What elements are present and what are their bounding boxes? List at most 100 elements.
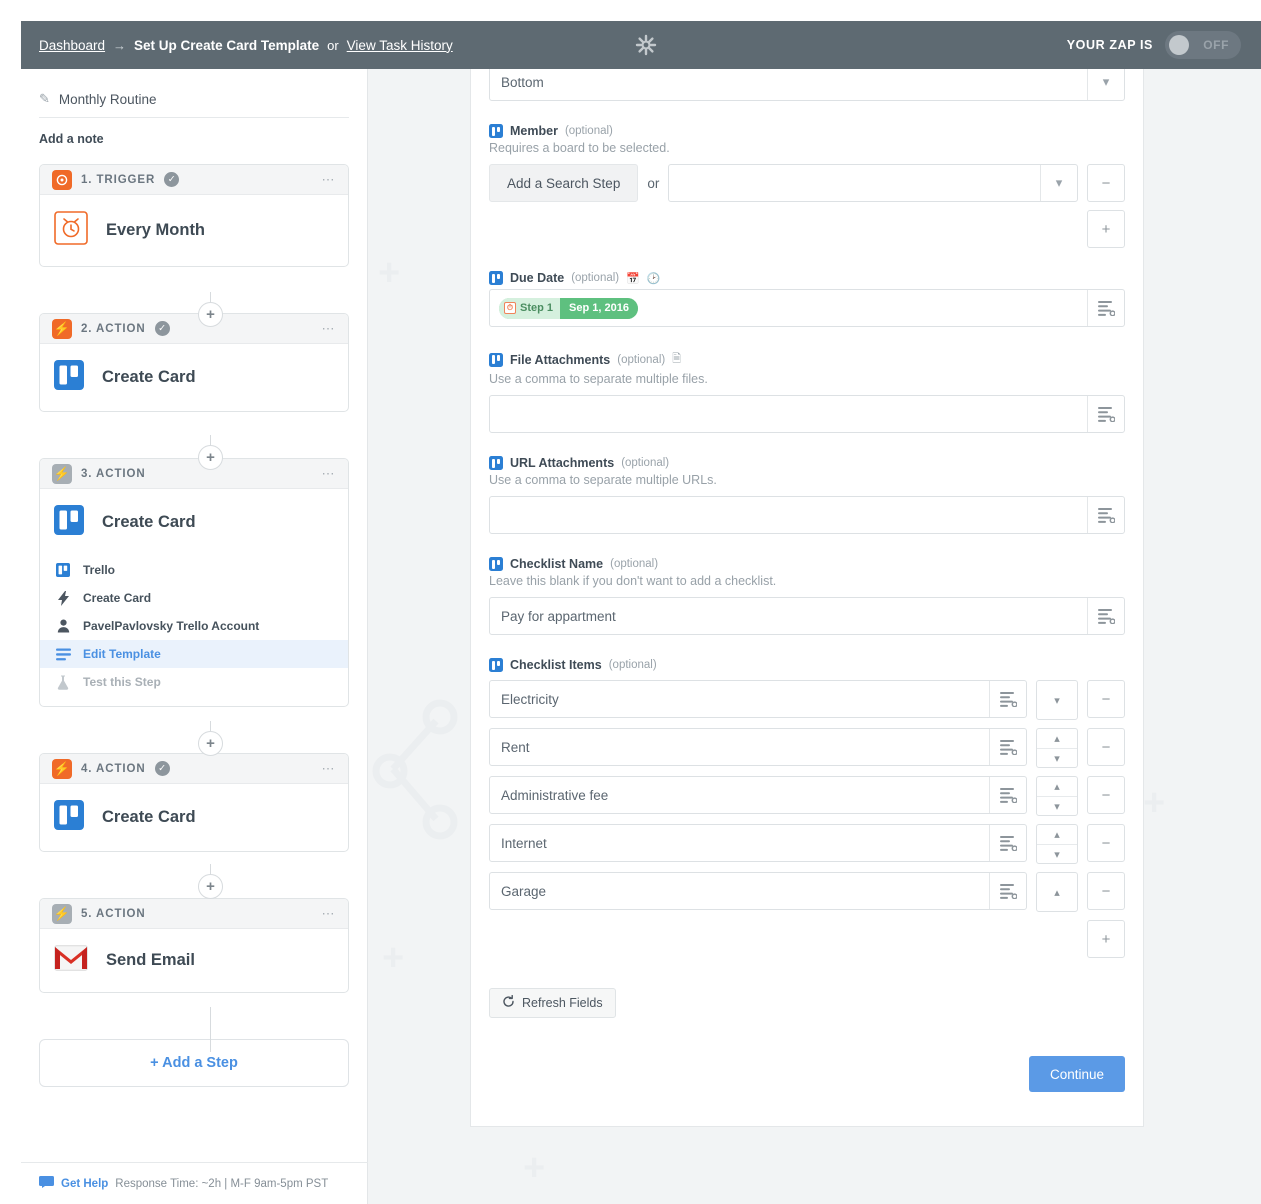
bolt-icon: ⚡ — [52, 318, 72, 339]
remove-item-button[interactable]: − — [1087, 824, 1125, 862]
step-card-2[interactable]: ⚡ 2. ACTION ✓ ⋯ Create Card — [39, 313, 349, 412]
file-attachments-label: File Attachments — [510, 352, 611, 367]
chevron-down-icon[interactable]: ▾ — [1040, 165, 1077, 201]
move-item-controls[interactable]: ▴ ▾ — [1036, 824, 1078, 864]
move-down-icon[interactable]: ▾ — [1037, 681, 1077, 719]
substep-account[interactable]: PavelPavlovsky Trello Account — [40, 612, 348, 640]
step-menu-button[interactable]: ⋯ — [322, 761, 337, 777]
member-help-text: Requires a board to be selected. — [489, 141, 670, 155]
optional-label: (optional) — [608, 659, 657, 671]
due-date-input[interactable]: ⏱ Step 1 Sep 1, 2016 — [489, 289, 1125, 327]
insert-field-icon[interactable] — [989, 681, 1026, 717]
insert-field-icon[interactable] — [1087, 396, 1124, 432]
remove-item-button[interactable]: − — [1087, 728, 1125, 766]
decorative-plus-icon: + — [1143, 782, 1166, 824]
bolt-icon: ⚡ — [52, 758, 72, 779]
checklist-item-input[interactable]: Administrative fee — [489, 776, 1027, 814]
move-item-controls[interactable]: ▾ — [1036, 680, 1078, 720]
due-date-input-row: ⏱ Step 1 Sep 1, 2016 — [489, 289, 1125, 327]
insert-step-button[interactable]: + — [198, 302, 223, 327]
substep-label: Edit Template — [83, 647, 161, 661]
move-item-controls[interactable]: ▴ ▾ — [1036, 776, 1078, 816]
add-a-step-button[interactable]: + Add a Step — [39, 1039, 349, 1087]
insert-step-button[interactable]: + — [198, 874, 223, 899]
substep-trello[interactable]: Trello — [40, 556, 348, 584]
substep-create-card[interactable]: Create Card — [40, 584, 348, 612]
insert-field-icon[interactable] — [989, 777, 1026, 813]
toggle-knob — [1169, 35, 1189, 55]
insert-step-button[interactable]: + — [198, 445, 223, 470]
step-menu-button[interactable]: ⋯ — [322, 466, 337, 482]
zap-on-off-toggle[interactable]: OFF — [1165, 31, 1241, 59]
position-select[interactable]: Bottom ▾ — [489, 69, 1125, 101]
trello-icon — [489, 456, 503, 470]
checklist-item-input[interactable]: Electricity — [489, 680, 1027, 718]
step-app-name: Create Card — [102, 368, 196, 386]
step-card-body: Send Email — [40, 929, 348, 992]
insert-field-icon[interactable] — [989, 825, 1026, 861]
move-item-controls[interactable]: ▴ — [1036, 872, 1078, 912]
checklist-item-value: Garage — [501, 883, 547, 899]
member-label-row: Member (optional) — [489, 124, 1125, 138]
chevron-down-icon[interactable]: ▾ — [1087, 69, 1124, 100]
move-up-icon[interactable]: ▴ — [1037, 729, 1077, 748]
file-attachments-input[interactable] — [489, 395, 1125, 433]
field-member: Member (optional) Requires a board to be… — [489, 124, 1125, 248]
remove-item-button[interactable]: − — [1087, 776, 1125, 814]
insert-step-button[interactable]: + — [198, 731, 223, 756]
move-up-icon[interactable]: ▴ — [1037, 825, 1077, 844]
member-input-row: Add a Search Step or ▾ − — [489, 164, 1125, 202]
remove-item-button[interactable]: − — [1087, 872, 1125, 910]
remove-member-button[interactable]: − — [1087, 164, 1125, 202]
get-help-link[interactable]: Get Help — [61, 1178, 108, 1190]
field-url-attachments: URL Attachments (optional) Use a comma t… — [489, 456, 1125, 534]
move-down-icon[interactable]: ▾ — [1037, 796, 1077, 815]
step-card-5[interactable]: ⚡ 5. ACTION ⋯ Send Email — [39, 898, 349, 993]
breadcrumb-task-history-link[interactable]: View Task History — [347, 38, 453, 53]
checklist-item-input[interactable]: Garage — [489, 872, 1027, 910]
step-card-header: ⚡ 2. ACTION ✓ ⋯ — [40, 314, 348, 344]
step-card-1[interactable]: 1. TRIGGER ✓ ⋯ Every Month — [39, 164, 349, 267]
checklist-item-input[interactable]: Internet — [489, 824, 1027, 862]
routine-name-label: Monthly Routine — [58, 91, 157, 107]
insert-field-icon[interactable] — [989, 729, 1026, 765]
url-attachments-label-row: URL Attachments (optional) — [489, 456, 1125, 470]
step-card-4[interactable]: ⚡ 4. ACTION ✓ ⋯ Create Card — [39, 753, 349, 852]
routine-name-row[interactable]: ✎ Monthly Routine — [39, 91, 349, 118]
step-card-header: ⚡ 5. ACTION ⋯ — [40, 899, 348, 929]
checklist-item-input[interactable]: Rent — [489, 728, 1027, 766]
add-member-button[interactable]: + — [1087, 210, 1125, 248]
move-up-icon[interactable]: ▴ — [1037, 777, 1077, 796]
step-menu-button[interactable]: ⋯ — [322, 172, 337, 188]
move-down-icon[interactable]: ▾ — [1037, 844, 1077, 863]
move-item-controls[interactable]: ▴ ▾ — [1036, 728, 1078, 768]
token-value-label: Sep 1, 2016 — [560, 297, 638, 319]
add-a-search-step-button[interactable]: Add a Search Step — [489, 164, 639, 202]
substep-edit-template[interactable]: Edit Template — [40, 640, 348, 668]
breadcrumb-dashboard-link[interactable]: Dashboard — [39, 38, 105, 53]
member-select[interactable]: ▾ — [668, 164, 1078, 202]
step-card-3[interactable]: ⚡ 3. ACTION ⋯ Create Card Trello Create … — [39, 458, 349, 707]
step-card-body: Create Card — [40, 489, 348, 556]
add-checklist-item-button[interactable]: + — [1087, 920, 1125, 958]
due-date-label: Due Date — [510, 271, 565, 285]
insert-field-icon[interactable] — [1087, 497, 1124, 533]
insert-field-icon[interactable] — [1087, 598, 1124, 634]
add-note-button[interactable]: Add a note — [39, 132, 349, 146]
step-menu-button[interactable]: ⋯ — [322, 906, 337, 922]
refresh-fields-button[interactable]: Refresh Fields — [489, 988, 616, 1018]
continue-button[interactable]: Continue — [1028, 1056, 1125, 1092]
insert-field-icon[interactable] — [989, 873, 1026, 909]
move-up-icon[interactable]: ▴ — [1037, 873, 1077, 911]
insert-field-icon[interactable] — [1087, 290, 1124, 326]
remove-item-button[interactable]: − — [1087, 680, 1125, 718]
due-date-token[interactable]: ⏱ Step 1 Sep 1, 2016 — [499, 297, 638, 319]
response-time-label: Response Time: ~2h | M-F 9am-5pm PST — [115, 1177, 329, 1190]
trello-icon — [489, 658, 503, 672]
breadcrumb-current-title: Set Up Create Card Template — [134, 37, 320, 53]
checklist-name-input[interactable]: Pay for appartment — [489, 597, 1125, 635]
move-down-icon[interactable]: ▾ — [1037, 748, 1077, 767]
url-attachments-input[interactable] — [489, 496, 1125, 534]
step-menu-button[interactable]: ⋯ — [322, 321, 337, 337]
substep-test-this-step[interactable]: Test this Step — [40, 668, 348, 696]
